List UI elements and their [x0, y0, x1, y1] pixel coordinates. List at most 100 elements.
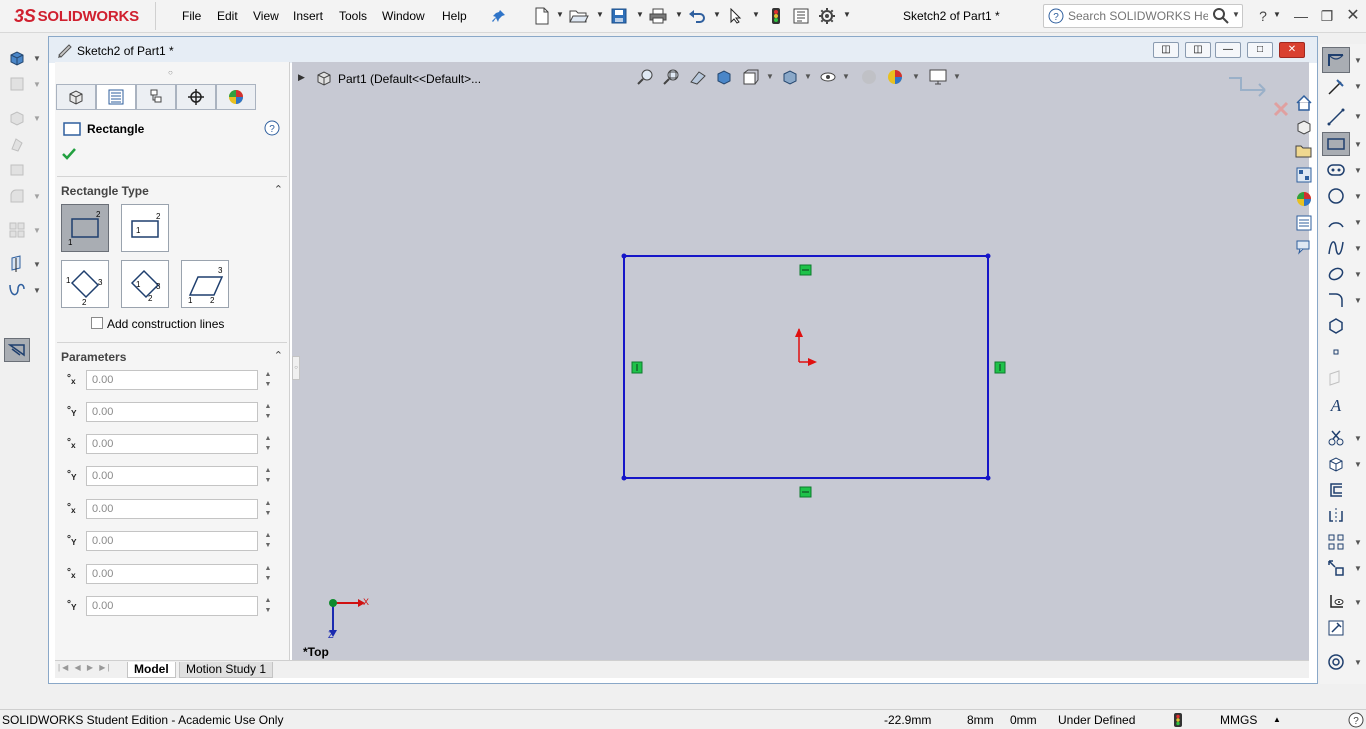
chevron-down-icon[interactable]: ▼ — [752, 10, 760, 19]
chevron-down-icon[interactable]: ▼ — [33, 54, 41, 63]
help-bubble-icon[interactable]: ? — [1348, 712, 1364, 729]
chevron-down-icon[interactable]: ▼ — [1354, 658, 1362, 667]
chevron-down-icon[interactable]: ▼ — [1354, 538, 1362, 547]
options-gear-icon[interactable] — [816, 6, 838, 26]
plane-icon[interactable] — [1324, 367, 1348, 389]
chevron-down-icon[interactable]: ▼ — [1354, 270, 1362, 279]
sketch-fillet-icon[interactable] — [1324, 289, 1348, 311]
open-icon[interactable] — [568, 6, 590, 26]
display-delete-relations-icon[interactable] — [1324, 591, 1348, 613]
reference-geometry-icon[interactable] — [6, 254, 28, 274]
menu-file[interactable]: File — [182, 9, 201, 23]
search-help-box[interactable]: ? ▼ — [1043, 4, 1243, 28]
extrude-icon[interactable] — [6, 48, 28, 68]
sketch-point[interactable] — [621, 475, 627, 481]
chevron-down-icon[interactable]: ▼ — [1354, 192, 1362, 201]
param-spinner[interactable]: ▲ ▼ — [262, 596, 274, 616]
three-point-center-rectangle-button[interactable]: 1 32 — [121, 260, 169, 308]
chevron-down-icon[interactable]: ▼ — [596, 10, 604, 19]
chevron-down-icon[interactable]: ▼ — [1354, 140, 1362, 149]
view-palette-icon[interactable] — [1292, 164, 1316, 186]
loft-icon[interactable] — [6, 160, 28, 180]
appearances-icon[interactable] — [1292, 188, 1316, 210]
three-point-corner-rectangle-button[interactable]: 1 3 2 — [61, 260, 109, 308]
chevron-down-icon[interactable]: ▼ — [1354, 598, 1362, 607]
param-field[interactable] — [86, 499, 258, 519]
tile-right-button[interactable]: ◫ — [1185, 42, 1211, 58]
help-icon[interactable]: ? — [264, 120, 280, 139]
chevron-down-icon[interactable]: ▼ — [33, 260, 41, 269]
arc-icon[interactable] — [1324, 211, 1348, 233]
units-selector[interactable]: MMGS — [1220, 713, 1257, 727]
chevron-down-icon[interactable]: ▼ — [1354, 166, 1362, 175]
param-spinner[interactable]: ▲ ▼ — [262, 370, 274, 390]
polygon-icon[interactable] — [1324, 315, 1348, 337]
restore-app-button[interactable]: ❐ — [1316, 6, 1338, 26]
print-icon[interactable] — [647, 6, 669, 26]
sweep-icon[interactable] — [6, 134, 28, 154]
chevron-down-icon[interactable]: ▼ — [1354, 244, 1362, 253]
chevron-down-icon[interactable]: ▼ — [33, 114, 41, 123]
construction-lines-checkbox[interactable] — [91, 317, 103, 329]
sketch-point[interactable] — [985, 475, 991, 481]
chevron-down-icon[interactable]: ▼ — [1354, 460, 1362, 469]
close-window-button[interactable]: ✕ — [1279, 42, 1305, 58]
horizontal-relation-icon[interactable] — [799, 486, 812, 498]
chevron-down-icon[interactable]: ▼ — [1354, 112, 1362, 121]
menu-insert[interactable]: Insert — [293, 9, 323, 23]
rectangle-tool-icon[interactable] — [1322, 132, 1350, 156]
exit-sketch-icon[interactable] — [1322, 47, 1350, 73]
sketch-point[interactable] — [621, 253, 627, 259]
menu-view[interactable]: View — [253, 9, 279, 23]
ellipse-icon[interactable] — [1324, 263, 1348, 285]
chevron-down-icon[interactable]: ▼ — [1354, 218, 1362, 227]
minimize-app-button[interactable]: — — [1290, 6, 1312, 26]
undo-icon[interactable] — [686, 6, 708, 26]
spline-icon[interactable] — [1324, 237, 1348, 259]
menu-help[interactable]: Help — [442, 9, 467, 23]
sketch-point[interactable] — [985, 253, 991, 259]
chevron-up-icon[interactable]: ▲ — [1273, 715, 1281, 724]
panel-collapse-handle[interactable]: ○ — [292, 356, 300, 380]
param-field[interactable] — [86, 466, 258, 486]
chevron-down-icon[interactable]: ▼ — [1354, 82, 1362, 91]
tile-left-button[interactable]: ◫ — [1153, 42, 1179, 58]
chevron-down-icon[interactable]: ▼ — [1354, 56, 1362, 65]
close-app-button[interactable]: ✕ — [1342, 6, 1364, 26]
search-icon[interactable] — [1212, 7, 1230, 28]
text-icon[interactable]: A — [1324, 393, 1348, 415]
menu-tools[interactable]: Tools — [339, 9, 367, 23]
instant3d-icon[interactable] — [4, 338, 30, 362]
repair-sketch-icon[interactable] — [1324, 617, 1348, 639]
menu-window[interactable]: Window — [382, 9, 425, 23]
tab-scroll-arrows[interactable]: |◀ ◀ ▶ ▶| — [58, 663, 111, 672]
menu-edit[interactable]: Edit — [217, 9, 238, 23]
tab-configuration-manager[interactable] — [136, 84, 176, 110]
new-document-icon[interactable] — [531, 6, 553, 26]
maximize-window-button[interactable]: □ — [1247, 42, 1273, 58]
chevron-down-icon[interactable]: ▼ — [1232, 10, 1240, 19]
chevron-down-icon[interactable]: ▼ — [1354, 434, 1362, 443]
param-field[interactable] — [86, 564, 258, 584]
home-icon[interactable] — [1292, 92, 1316, 114]
splitter-handle[interactable]: ○ — [168, 68, 173, 77]
chevron-down-icon[interactable]: ▼ — [33, 286, 41, 295]
sketch-canvas[interactable] — [292, 62, 1309, 661]
param-spinner[interactable]: ▲ ▼ — [262, 402, 274, 422]
trim-entities-icon[interactable] — [1324, 427, 1348, 449]
design-library-icon[interactable] — [1292, 116, 1316, 138]
collapse-icon[interactable]: ⌃ — [274, 349, 283, 362]
chevron-down-icon[interactable]: ▼ — [33, 80, 41, 89]
linear-sketch-pattern-icon[interactable] — [1324, 531, 1348, 553]
mirror-entities-icon[interactable] — [1324, 505, 1348, 527]
offset-entities-icon[interactable] — [1324, 479, 1348, 501]
fillet-icon[interactable] — [6, 186, 28, 206]
chevron-down-icon[interactable]: ▼ — [843, 10, 851, 19]
param-spinner[interactable]: ▲ ▼ — [262, 499, 274, 519]
slot-icon[interactable] — [1324, 159, 1348, 181]
tab-dimxpert-manager[interactable] — [176, 84, 216, 110]
sketch-origin-icon[interactable] — [795, 328, 817, 366]
param-field[interactable] — [86, 402, 258, 422]
parallelogram-button[interactable]: 1 2 3 — [181, 260, 229, 308]
tab-motion-study[interactable]: Motion Study 1 — [179, 662, 274, 678]
